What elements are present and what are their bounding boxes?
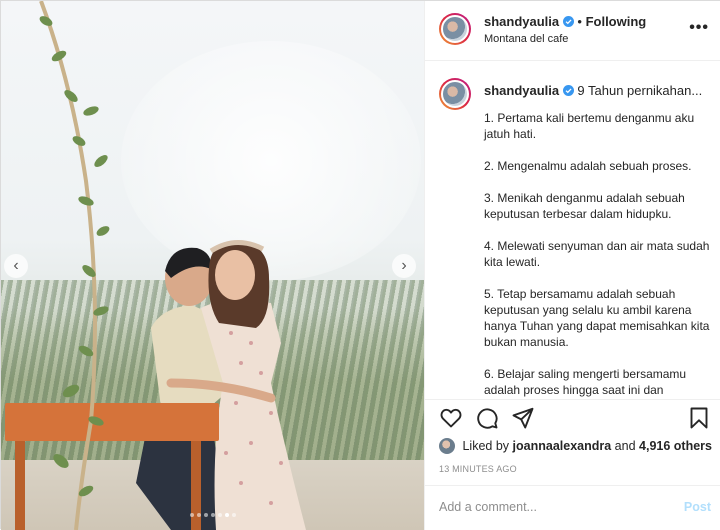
verified-badge-icon (562, 16, 574, 27)
carousel-dot (196, 513, 201, 517)
heart-icon[interactable] (439, 406, 463, 430)
caption-paragraph: 4. Melewati senyuman dan air mata sudah … (484, 239, 710, 269)
comment-input[interactable] (439, 500, 659, 514)
comment-icon[interactable] (475, 406, 499, 430)
carousel-dot (203, 513, 208, 517)
photo-couple (136, 240, 306, 530)
carousel-dot (217, 513, 222, 517)
caption-paragraph: 2. Mengenalmu adalah sebuah proses. (484, 159, 692, 173)
caption-username[interactable]: shandyaulia (484, 83, 559, 98)
author-username[interactable]: shandyaulia (484, 14, 559, 29)
following-button[interactable]: Following (586, 14, 647, 29)
follow-separator: • (577, 14, 582, 29)
liker-avatar (439, 438, 455, 454)
caption-header: shandyaulia 9 Tahun pernikahan... (484, 83, 702, 98)
author-line: shandyaulia • Following (484, 14, 646, 29)
caption-author-avatar[interactable] (439, 78, 471, 110)
more-options-button[interactable]: ••• (689, 19, 709, 37)
carousel-prev-button[interactable]: ‹ (4, 254, 28, 278)
liker-username[interactable]: joannaalexandra (513, 439, 612, 453)
caption-paragraph: 1. Pertama kali bertemu denganmu aku jat… (484, 111, 695, 141)
post-photo[interactable]: ‹ › (1, 1, 424, 530)
likes-summary[interactable]: Liked by joannaalexandra and 4,916 other… (439, 438, 712, 454)
caption-paragraph: 6. Belajar saling mengerti bersamamu ada… (484, 367, 687, 397)
likes-prefix: Liked by (462, 439, 510, 453)
carousel-next-button[interactable]: › (392, 254, 416, 278)
comment-form: Post (425, 485, 720, 530)
likes-others-count[interactable]: 4,916 others (639, 439, 712, 453)
carousel-indicator (1, 504, 424, 522)
carousel-dot (231, 513, 236, 517)
caption-paragraph: 5. Tetap bersamamu adalah sebuah keputus… (484, 287, 710, 349)
photo-vine (39, 1, 110, 530)
carousel-dot (189, 513, 194, 517)
action-bar (425, 399, 720, 437)
likes-connector: and (614, 439, 636, 453)
instagram-post: ‹ › shandyaulia • Following Montana del … (0, 0, 720, 530)
caption-paragraph: 3. Menikah denganmu adalah sebuah keputu… (484, 191, 685, 221)
verified-badge-icon (562, 85, 574, 96)
caption-lead: 9 Tahun pernikahan... (577, 83, 703, 98)
post-location[interactable]: Montana del cafe (484, 33, 568, 45)
share-icon[interactable] (511, 406, 535, 430)
carousel-dot (224, 513, 229, 517)
post-header: shandyaulia • Following Montana del cafe… (425, 1, 720, 61)
carousel-dot (210, 513, 215, 517)
caption-text: 1. Pertama kali bertemu denganmu aku jat… (484, 110, 712, 399)
post-side-panel: shandyaulia • Following Montana del cafe… (424, 1, 720, 530)
caption-section: shandyaulia 9 Tahun pernikahan... 1. Per… (425, 62, 720, 399)
post-timestamp[interactable]: 13 MINUTES AGO (439, 464, 517, 474)
author-avatar[interactable] (439, 13, 471, 45)
bookmark-icon[interactable] (687, 406, 711, 430)
post-comment-button[interactable]: Post (684, 500, 711, 514)
